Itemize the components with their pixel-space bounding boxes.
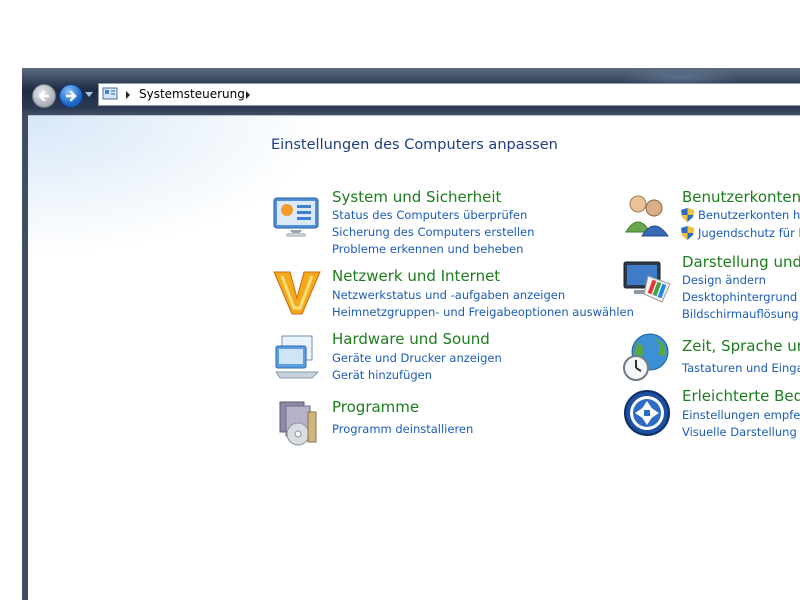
link-desktop-background[interactable]: Desktophintergrund än bbox=[682, 290, 800, 304]
category-ease-of-access[interactable]: Erleichterte Bedie bbox=[682, 387, 800, 405]
control-panel-icon bbox=[102, 87, 118, 100]
link-add-device[interactable]: Gerät hinzufügen bbox=[332, 368, 432, 382]
link-backup-computer[interactable]: Sicherung des Computers erstellen bbox=[332, 225, 534, 239]
link-parental-controls[interactable]: Jugendschutz für be bbox=[698, 226, 800, 240]
ease-of-access-icon bbox=[624, 390, 670, 436]
main-content: Einstellungen des Computers anpassen Sys… bbox=[28, 115, 800, 600]
programs-icon bbox=[279, 401, 317, 446]
link-screen-resolution[interactable]: Bildschirmauflösung a bbox=[682, 307, 800, 321]
forward-button[interactable] bbox=[59, 84, 83, 108]
clock-language-icon bbox=[623, 333, 669, 381]
category-user-accounts[interactable]: Benutzerkonten u bbox=[682, 188, 800, 206]
back-arrow-icon bbox=[38, 90, 50, 102]
page-title: Einstellungen des Computers anpassen bbox=[271, 137, 558, 153]
breadcrumb-systemsteuerung[interactable]: Systemsteuerung bbox=[139, 86, 245, 103]
link-change-theme[interactable]: Design ändern bbox=[682, 273, 766, 287]
link-visual-display[interactable]: Visuelle Darstellung de bbox=[682, 425, 800, 439]
recent-pages-dropdown[interactable] bbox=[85, 92, 93, 97]
back-button[interactable] bbox=[32, 84, 56, 108]
user-accounts-icon bbox=[625, 195, 669, 237]
uac-shield-icon bbox=[681, 208, 694, 222]
appearance-icon bbox=[623, 261, 671, 303]
network-internet-icon bbox=[273, 271, 321, 315]
category-system-security[interactable]: System und Sicherheit bbox=[332, 188, 501, 206]
system-security-icon bbox=[273, 197, 319, 237]
link-devices-printers[interactable]: Geräte und Drucker anzeigen bbox=[332, 351, 502, 365]
link-network-status[interactable]: Netzwerkstatus und -aufgaben anzeigen bbox=[332, 288, 565, 302]
link-troubleshoot[interactable]: Probleme erkennen und beheben bbox=[332, 242, 523, 256]
link-recommended-settings[interactable]: Einstellungen empfehl bbox=[682, 408, 800, 422]
category-clock-language[interactable]: Zeit, Sprache und bbox=[682, 337, 800, 355]
breadcrumb-root-arrow[interactable] bbox=[126, 91, 130, 99]
link-uninstall-program[interactable]: Programm deinstallieren bbox=[332, 422, 473, 436]
control-panel-window: Systemsteuerung Einstellungen des Comput… bbox=[22, 68, 800, 600]
category-hardware-sound[interactable]: Hardware und Sound bbox=[332, 330, 490, 348]
link-add-remove-accounts[interactable]: Benutzerkonten hin bbox=[698, 208, 800, 222]
address-bar[interactable]: Systemsteuerung bbox=[98, 83, 800, 106]
breadcrumb-chevron-icon[interactable] bbox=[246, 91, 250, 99]
category-network-internet[interactable]: Netzwerk und Internet bbox=[332, 267, 500, 285]
forward-arrow-icon bbox=[65, 90, 77, 102]
link-check-computer-status[interactable]: Status des Computers überprüfen bbox=[332, 208, 527, 222]
link-homegroup-sharing[interactable]: Heimnetzgruppen- und Freigabeoptionen au… bbox=[332, 305, 634, 319]
category-programs[interactable]: Programme bbox=[332, 398, 419, 416]
link-keyboards-input[interactable]: Tastaturen und Eingab bbox=[682, 361, 800, 375]
hardware-sound-icon bbox=[275, 335, 320, 379]
category-appearance[interactable]: Darstellung und A bbox=[682, 253, 800, 271]
uac-shield-icon bbox=[681, 226, 694, 240]
